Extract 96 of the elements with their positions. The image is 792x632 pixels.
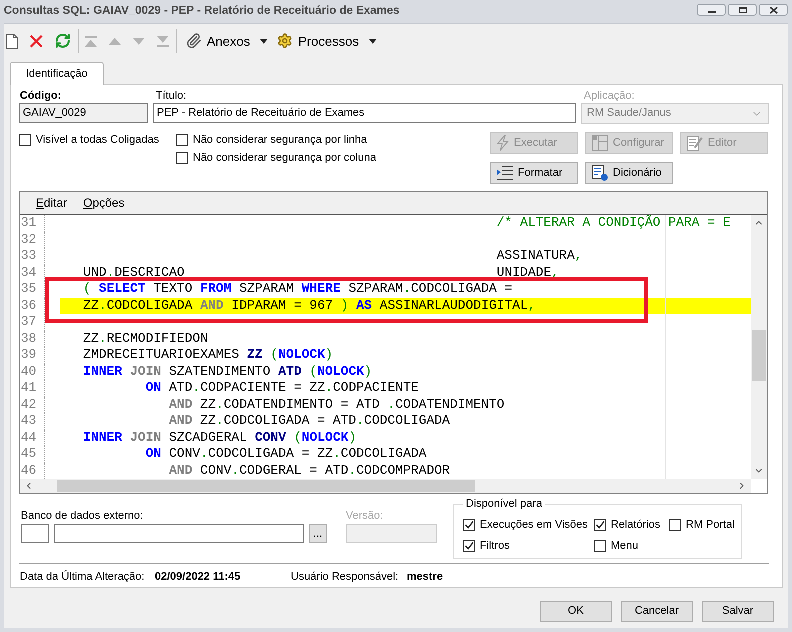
checkbox[interactable] bbox=[594, 540, 606, 552]
checkbox[interactable] bbox=[669, 519, 681, 531]
field-label: Banco de dados externo: bbox=[21, 510, 144, 523]
minimize-icon bbox=[708, 11, 716, 13]
code-line: AND CONV.CODGERAL = ATD.CODCOMPRADOR bbox=[169, 462, 450, 478]
info-value: mestre bbox=[407, 571, 444, 584]
code-line: /* ALTERAR A CONDIÇÃO PARA = E bbox=[496, 215, 731, 230]
maximize-icon bbox=[738, 7, 746, 13]
text-field[interactable]: PEP - Relatório de Receituário de Exames bbox=[153, 103, 576, 123]
menu-item[interactable]: Opções bbox=[75, 196, 133, 210]
browse-button[interactable]: ... bbox=[309, 524, 327, 543]
checkbox-label: Visível a todas Coligadas bbox=[36, 134, 160, 146]
code-line: INNER JOIN SZCADGERAL CONV (NOLOCK) bbox=[83, 430, 357, 444]
notepad-pencil-icon bbox=[687, 135, 703, 151]
checkbox[interactable] bbox=[594, 519, 606, 531]
code-line: ZZ.RECMODIFIEDON bbox=[83, 330, 208, 346]
field-label: Código: bbox=[19, 90, 63, 103]
tab[interactable]: Identificação bbox=[10, 62, 104, 85]
code-line: ASSINATURA, bbox=[496, 248, 583, 263]
window-title: Consultas SQL: GAIAV_0029 - PEP - Relatório de Receituário de Exames bbox=[4, 5, 400, 18]
line-number: 33 bbox=[21, 248, 37, 263]
checkbox-label: Não considerar segurança por linha bbox=[193, 134, 368, 146]
dialog-button[interactable]: Cancelar bbox=[621, 601, 693, 622]
code-line: ( SELECT TEXTO FROM SZPARAM WHERE SZPARAM.CODCOLIGADA = bbox=[83, 281, 513, 296]
scrollbar-thumb[interactable] bbox=[57, 480, 475, 492]
info-label: Usuário Responsável: bbox=[291, 571, 400, 584]
refresh-icon[interactable] bbox=[55, 33, 71, 49]
code-line: AND ZZ.CODCOLIGADA = ATD.CODCOLIGADA bbox=[169, 413, 450, 428]
toolbar-menu-button[interactable]: Processos bbox=[275, 29, 380, 53]
checkbox-label: Filtros bbox=[480, 540, 510, 552]
line-number: 44 bbox=[21, 430, 37, 444]
line-number: 37 bbox=[21, 314, 37, 329]
toolbar-menu-button[interactable]: Anexos bbox=[184, 29, 270, 53]
checkmark-icon bbox=[464, 542, 474, 550]
maximize-button[interactable] bbox=[728, 4, 757, 16]
checkbox-label: Relatórios bbox=[611, 518, 661, 532]
field-label: Aplicação: bbox=[583, 90, 636, 103]
close-button[interactable] bbox=[759, 4, 788, 16]
code-line: ON ATD.CODPACIENTE = ZZ.CODPACIENTE bbox=[146, 380, 419, 395]
checkbox[interactable] bbox=[19, 134, 31, 146]
checkbox[interactable] bbox=[463, 519, 475, 531]
blank-page-icon[interactable] bbox=[6, 34, 18, 48]
vertical-scrollbar[interactable] bbox=[751, 215, 767, 479]
line-number: 42 bbox=[21, 396, 37, 412]
caret-down-icon bbox=[260, 38, 268, 44]
text-field[interactable]: GAIAV_0029 bbox=[19, 103, 148, 123]
code-line: INNER JOIN SZATENDIMENTO ATD (NOLOCK) bbox=[83, 364, 372, 378]
paperclip-icon bbox=[186, 33, 202, 49]
line-number: 31 bbox=[21, 215, 37, 230]
checkbox-label: Execuções em Visões bbox=[480, 518, 588, 532]
line-number: 41 bbox=[21, 380, 37, 395]
code-line: ZZ.CODCOLIGADA AND IDPARAM = 967 ) AS ASSINARLAUDODIGITAL, bbox=[83, 298, 536, 312]
checkbox-label: Menu bbox=[611, 540, 639, 552]
menu-item[interactable]: Editar bbox=[28, 196, 76, 210]
line-number: 40 bbox=[21, 364, 37, 378]
text-field[interactable] bbox=[21, 524, 49, 543]
line-number: 38 bbox=[21, 330, 37, 346]
gear-icon bbox=[277, 33, 294, 49]
checkbox-label: Não considerar segurança por coluna bbox=[193, 152, 376, 164]
line-number: 43 bbox=[21, 413, 37, 428]
horizontal-scrollbar[interactable] bbox=[20, 479, 751, 493]
checkmark-icon bbox=[464, 521, 474, 529]
dialog-button[interactable]: Salvar bbox=[702, 601, 774, 622]
field-label: Versão: bbox=[346, 510, 384, 523]
close-icon bbox=[770, 6, 778, 14]
checkbox[interactable] bbox=[176, 152, 188, 164]
code-line: ZMDRECEITUARIOEXAMES ZZ (NOLOCK) bbox=[83, 347, 334, 362]
line-number: 39 bbox=[21, 347, 37, 362]
code-line: AND ZZ.CODATENDIMENTO = ATD .CODATENDIMENTO bbox=[169, 396, 505, 412]
checkbox[interactable] bbox=[176, 134, 188, 146]
line-number: 45 bbox=[21, 446, 37, 461]
checkbox-label: RM Portal bbox=[686, 518, 735, 532]
text-field[interactable] bbox=[54, 524, 304, 543]
code-line: ON CONV.CODCOLIGADA = ZZ.CODCOLIGADA bbox=[146, 446, 427, 461]
line-number: 34 bbox=[21, 264, 37, 280]
line-number: 36 bbox=[21, 298, 37, 312]
window-panels-icon bbox=[592, 135, 608, 151]
line-number: 46 bbox=[21, 462, 37, 478]
checkbox[interactable] bbox=[463, 540, 475, 552]
lightning-icon bbox=[497, 135, 509, 151]
info-label: Data da Última Alteração: bbox=[20, 571, 146, 584]
dialog-button[interactable]: OK bbox=[540, 601, 612, 622]
info-value: 02/09/2022 11:45 bbox=[155, 571, 242, 584]
line-number: 32 bbox=[21, 232, 37, 246]
caret-down-icon bbox=[369, 38, 378, 44]
checkmark-icon bbox=[596, 521, 604, 529]
minimize-button[interactable] bbox=[697, 4, 726, 16]
format-button[interactable]: Formatar bbox=[490, 162, 578, 184]
indent-lines-icon bbox=[497, 166, 513, 180]
document-list-icon bbox=[592, 165, 608, 181]
dictionary-button[interactable]: Dicionário bbox=[585, 162, 673, 184]
group-title: Disponível para bbox=[465, 498, 544, 511]
cross-icon[interactable] bbox=[30, 34, 43, 48]
field-label: Título: bbox=[155, 90, 188, 103]
line-number: 35 bbox=[21, 281, 37, 296]
scrollbar-thumb[interactable] bbox=[752, 330, 766, 381]
